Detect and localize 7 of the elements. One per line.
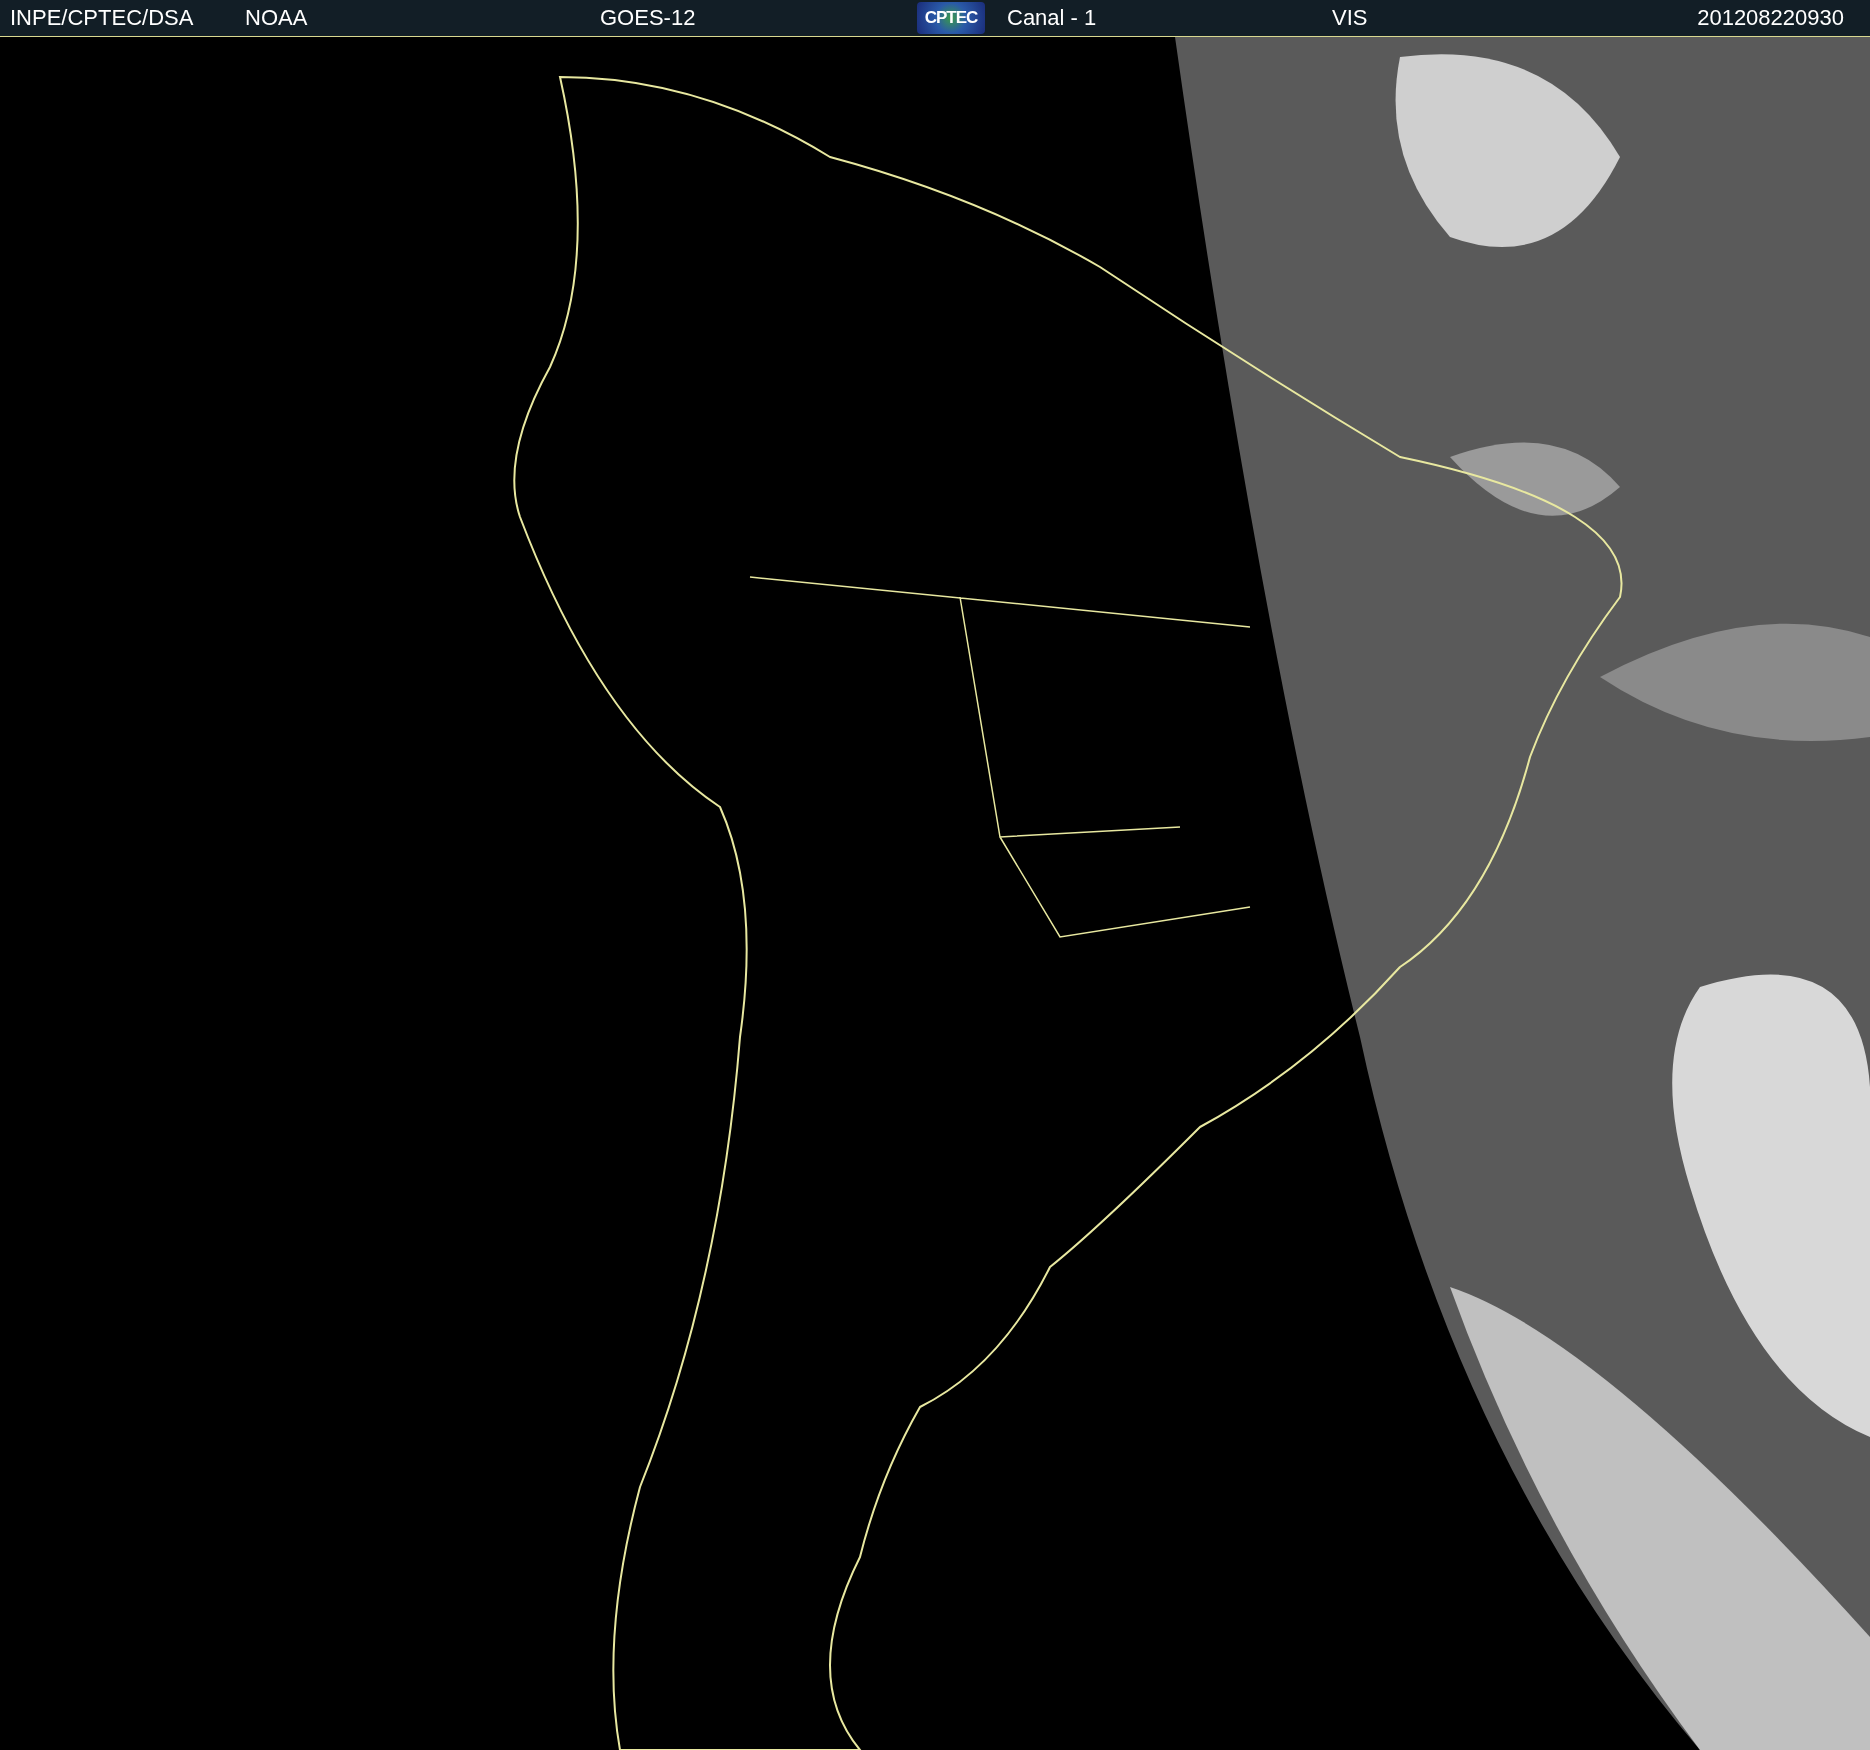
logo: CPTEC	[917, 2, 985, 34]
header-label: Canal - 1	[1007, 5, 1097, 31]
header-label: VIS	[1332, 5, 1368, 31]
header-label: 201208220930	[1697, 5, 1844, 31]
header-label: GOES-12	[600, 5, 696, 31]
header-label: NOAA	[245, 5, 308, 31]
header-label: INPE/CPTEC/DSA	[10, 5, 194, 31]
